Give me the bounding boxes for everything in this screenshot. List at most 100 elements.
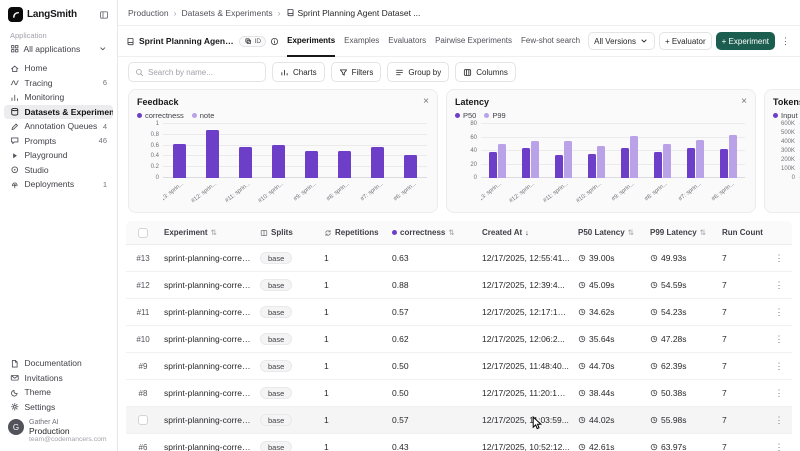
experiment-name-cell[interactable]: sprint-planning-correctne... bbox=[160, 361, 256, 371]
bar[interactable] bbox=[663, 144, 671, 178]
experiment-name-cell[interactable]: sprint-planning-correctne... bbox=[160, 415, 256, 425]
x-slot: #11: sprin... bbox=[548, 178, 581, 206]
bar[interactable] bbox=[371, 147, 384, 178]
bar[interactable] bbox=[498, 144, 506, 178]
table-row[interactable]: #11sprint-planning-correctne...base10.57… bbox=[126, 299, 792, 326]
th-p99-latency[interactable]: P99 Latency⇅ bbox=[646, 228, 718, 237]
row-kebab-icon[interactable]: ⋮ bbox=[775, 334, 784, 345]
bar[interactable] bbox=[729, 135, 737, 178]
bar[interactable] bbox=[239, 147, 252, 178]
bar[interactable] bbox=[305, 151, 318, 178]
y-tick-label: 0 bbox=[474, 175, 477, 181]
sidebar-item-deployments[interactable]: Deployments1 bbox=[4, 177, 113, 192]
sidebar-item-home[interactable]: Home bbox=[4, 61, 113, 76]
bar[interactable] bbox=[489, 152, 497, 178]
row-kebab-icon[interactable]: ⋮ bbox=[775, 442, 784, 451]
bar[interactable] bbox=[630, 136, 638, 178]
table-row[interactable]: #10sprint-planning-correctne...base10.62… bbox=[126, 326, 792, 353]
info-icon[interactable] bbox=[270, 37, 279, 46]
breadcrumb-section[interactable]: Datasets & Experiments bbox=[181, 8, 272, 18]
table-row[interactable]: #9sprint-planning-correctne...base10.501… bbox=[126, 353, 792, 380]
bar[interactable] bbox=[272, 145, 285, 178]
bar[interactable] bbox=[338, 151, 351, 178]
group-by-button[interactable]: Group by bbox=[387, 62, 449, 82]
tab-pairwise-experiments[interactable]: Pairwise Experiments bbox=[435, 26, 512, 57]
th-created-at[interactable]: Created At↓ bbox=[478, 228, 574, 237]
experiment-name-cell[interactable]: sprint-planning-correctne... bbox=[160, 307, 256, 317]
table-row[interactable]: sprint-planning-correctne...base10.5712/… bbox=[126, 407, 792, 434]
row-kebab-icon[interactable]: ⋮ bbox=[775, 388, 784, 399]
bar[interactable] bbox=[555, 155, 563, 178]
row-kebab-icon[interactable]: ⋮ bbox=[775, 253, 784, 264]
bar[interactable] bbox=[564, 141, 572, 178]
add-evaluator-button[interactable]: + Evaluator bbox=[659, 32, 712, 50]
bar[interactable] bbox=[522, 148, 530, 178]
bar[interactable] bbox=[687, 148, 695, 178]
sidebar-item-datasets-experiments[interactable]: Datasets & Experiments12 bbox=[4, 105, 113, 120]
table-row[interactable]: #8sprint-planning-correctne...base10.501… bbox=[126, 380, 792, 407]
row-checkbox[interactable] bbox=[138, 415, 148, 425]
sidebar-item-annotation-queues[interactable]: Annotation Queues4 bbox=[4, 119, 113, 134]
row-kebab-icon[interactable]: ⋮ bbox=[775, 415, 784, 426]
th-correctness[interactable]: correctness⇅ bbox=[388, 228, 478, 237]
user-block[interactable]: G Gather AI Production team@codemancers.… bbox=[0, 414, 117, 451]
experiment-name-cell[interactable]: sprint-planning-correctne... bbox=[160, 388, 256, 398]
new-experiment-button[interactable]: + Experiment bbox=[716, 32, 775, 50]
sidebar-item-documentation[interactable]: Documentation bbox=[4, 356, 113, 371]
th-experiment[interactable]: Experiment⇅ bbox=[160, 228, 256, 237]
row-kebab-icon[interactable]: ⋮ bbox=[775, 361, 784, 372]
sidebar-item-theme[interactable]: Theme bbox=[4, 385, 113, 400]
sidebar-item-playground[interactable]: Playground bbox=[4, 148, 113, 163]
row-kebab-icon[interactable]: ⋮ bbox=[775, 280, 784, 291]
p50-latency-cell: 38.44s bbox=[574, 388, 646, 398]
version-select[interactable]: All Versions bbox=[588, 32, 655, 50]
filters-button[interactable]: Filters bbox=[331, 62, 382, 82]
bar[interactable] bbox=[588, 154, 596, 178]
sidebar-item-prompts[interactable]: Prompts46 bbox=[4, 134, 113, 149]
close-icon[interactable]: × bbox=[741, 97, 747, 107]
bar[interactable] bbox=[597, 146, 605, 178]
close-icon[interactable]: × bbox=[423, 97, 429, 107]
tab-experiments[interactable]: Experiments bbox=[287, 26, 335, 57]
columns-button[interactable]: Columns bbox=[455, 62, 516, 82]
search-box[interactable] bbox=[128, 62, 266, 82]
experiment-name-cell[interactable]: sprint-planning-correctne... bbox=[160, 442, 256, 451]
bar[interactable] bbox=[696, 140, 704, 178]
tab-examples[interactable]: Examples bbox=[344, 26, 379, 57]
bar[interactable] bbox=[720, 149, 728, 178]
bar[interactable] bbox=[654, 152, 662, 178]
header-kebab-icon[interactable]: ⋮ bbox=[779, 36, 792, 47]
sidebar-item-studio[interactable]: Studio bbox=[4, 163, 113, 178]
tab-evaluators[interactable]: Evaluators bbox=[388, 26, 426, 57]
breadcrumb-current[interactable]: Sprint Planning Agent Dataset ... bbox=[286, 8, 421, 18]
th-splits[interactable]: Splits bbox=[256, 228, 320, 237]
experiment-name-cell[interactable]: sprint-planning-correctne... bbox=[160, 280, 256, 290]
tab-few-shot-search[interactable]: Few-shot search bbox=[521, 26, 580, 57]
id-badge[interactable]: ID bbox=[239, 36, 267, 47]
breadcrumb-root[interactable]: Production bbox=[128, 8, 169, 18]
charts-button[interactable]: Charts bbox=[272, 62, 325, 82]
bar[interactable] bbox=[206, 130, 219, 178]
x-tick-label: #13: sprin... bbox=[163, 181, 185, 204]
experiment-name-cell[interactable]: sprint-planning-correctne... bbox=[160, 334, 256, 344]
search-input[interactable] bbox=[148, 68, 259, 77]
th-repetitions[interactable]: Repetitions bbox=[320, 228, 388, 237]
bar[interactable] bbox=[173, 144, 186, 178]
bar[interactable] bbox=[404, 155, 417, 178]
sidebar-item-tracing[interactable]: Tracing6 bbox=[4, 76, 113, 91]
table-row[interactable]: #12sprint-planning-correctne...base10.88… bbox=[126, 272, 792, 299]
th-p50-latency[interactable]: P50 Latency⇅ bbox=[574, 228, 646, 237]
bar[interactable] bbox=[531, 141, 539, 178]
collapse-sidebar-icon[interactable] bbox=[99, 10, 109, 20]
th-run-count[interactable]: Run Count bbox=[718, 228, 768, 237]
sidebar-item-invitations[interactable]: Invitations bbox=[4, 371, 113, 386]
select-all-checkbox[interactable] bbox=[138, 228, 148, 238]
app-switcher[interactable]: All applications bbox=[4, 42, 113, 56]
sidebar-item-settings[interactable]: Settings bbox=[4, 400, 113, 415]
sidebar-item-monitoring[interactable]: Monitoring bbox=[4, 90, 113, 105]
bar[interactable] bbox=[621, 148, 629, 178]
table-row[interactable]: #6sprint-planning-correctne...base10.431… bbox=[126, 434, 792, 451]
experiment-name-cell[interactable]: sprint-planning-correctne... bbox=[160, 253, 256, 263]
table-row[interactable]: #13sprint-planning-correctne...base10.63… bbox=[126, 245, 792, 272]
row-kebab-icon[interactable]: ⋮ bbox=[775, 307, 784, 318]
